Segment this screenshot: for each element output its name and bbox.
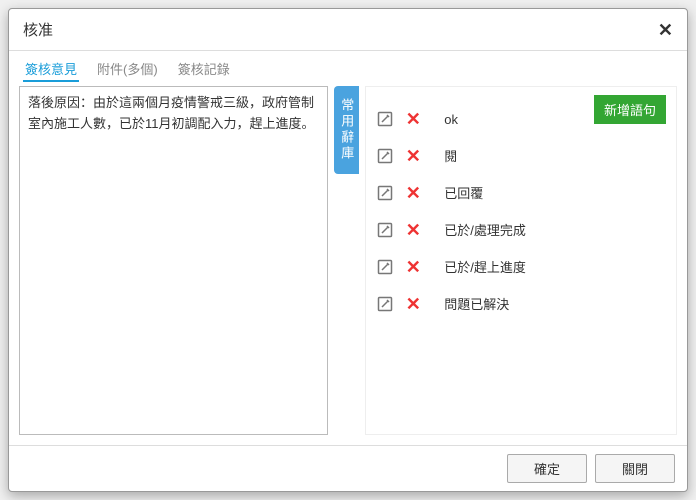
close-button[interactable]: 關閉 <box>595 454 675 483</box>
delete-icon[interactable]: ✕ <box>404 221 422 239</box>
opinion-textarea[interactable] <box>19 86 328 435</box>
phrase-list: ✕ ok ✕ 閱 ✕ 已 <box>376 101 666 322</box>
opinion-textarea-wrap <box>19 86 328 435</box>
edit-icon[interactable] <box>376 295 394 313</box>
phrase-item: ✕ 已回覆 <box>376 174 666 211</box>
content-row: 常用辭庫 新增語句 ✕ ok ✕ <box>19 86 677 435</box>
phrase-item: ✕ 問題已解決 <box>376 285 666 322</box>
edit-icon[interactable] <box>376 258 394 276</box>
delete-icon[interactable]: ✕ <box>404 184 422 202</box>
edit-icon[interactable] <box>376 147 394 165</box>
edit-icon[interactable] <box>376 221 394 239</box>
phrase-text[interactable]: 問題已解決 <box>444 294 509 313</box>
phrase-panel: 新增語句 ✕ ok ✕ 閱 <box>365 86 677 435</box>
phrase-item: ✕ 已於/處理完成 <box>376 211 666 248</box>
edit-icon[interactable] <box>376 110 394 128</box>
phrase-text[interactable]: ok <box>444 112 458 127</box>
phrase-text[interactable]: 已回覆 <box>444 183 483 202</box>
phrase-text[interactable]: 已於/趕上進度 <box>444 257 526 276</box>
delete-icon[interactable]: ✕ <box>404 258 422 276</box>
phrase-text[interactable]: 閱 <box>444 146 457 165</box>
confirm-button[interactable]: 確定 <box>507 454 587 483</box>
tab-history[interactable]: 簽核記錄 <box>176 57 232 82</box>
phrase-text[interactable]: 已於/處理完成 <box>444 220 526 239</box>
modal-header: 核准 ✕ <box>9 9 687 51</box>
delete-icon[interactable]: ✕ <box>404 295 422 313</box>
phrase-item: ✕ 閱 <box>376 137 666 174</box>
close-icon[interactable]: ✕ <box>658 21 673 39</box>
phrase-item: ✕ 已於/趕上進度 <box>376 248 666 285</box>
modal-title: 核准 <box>23 19 53 40</box>
approval-modal: 核准 ✕ 簽核意見 附件(多個) 簽核記錄 常用辭庫 新增語句 ✕ <box>8 8 688 492</box>
delete-icon[interactable]: ✕ <box>404 110 422 128</box>
tab-opinion[interactable]: 簽核意見 <box>23 57 79 82</box>
tab-attachments[interactable]: 附件(多個) <box>95 57 160 82</box>
modal-body: 簽核意見 附件(多個) 簽核記錄 常用辭庫 新增語句 ✕ ok <box>9 51 687 445</box>
modal-footer: 確定 關閉 <box>9 445 687 491</box>
delete-icon[interactable]: ✕ <box>404 147 422 165</box>
add-phrase-button[interactable]: 新增語句 <box>594 95 666 124</box>
edit-icon[interactable] <box>376 184 394 202</box>
tabs: 簽核意見 附件(多個) 簽核記錄 <box>19 57 677 86</box>
phrase-library-tab[interactable]: 常用辭庫 <box>334 86 359 174</box>
